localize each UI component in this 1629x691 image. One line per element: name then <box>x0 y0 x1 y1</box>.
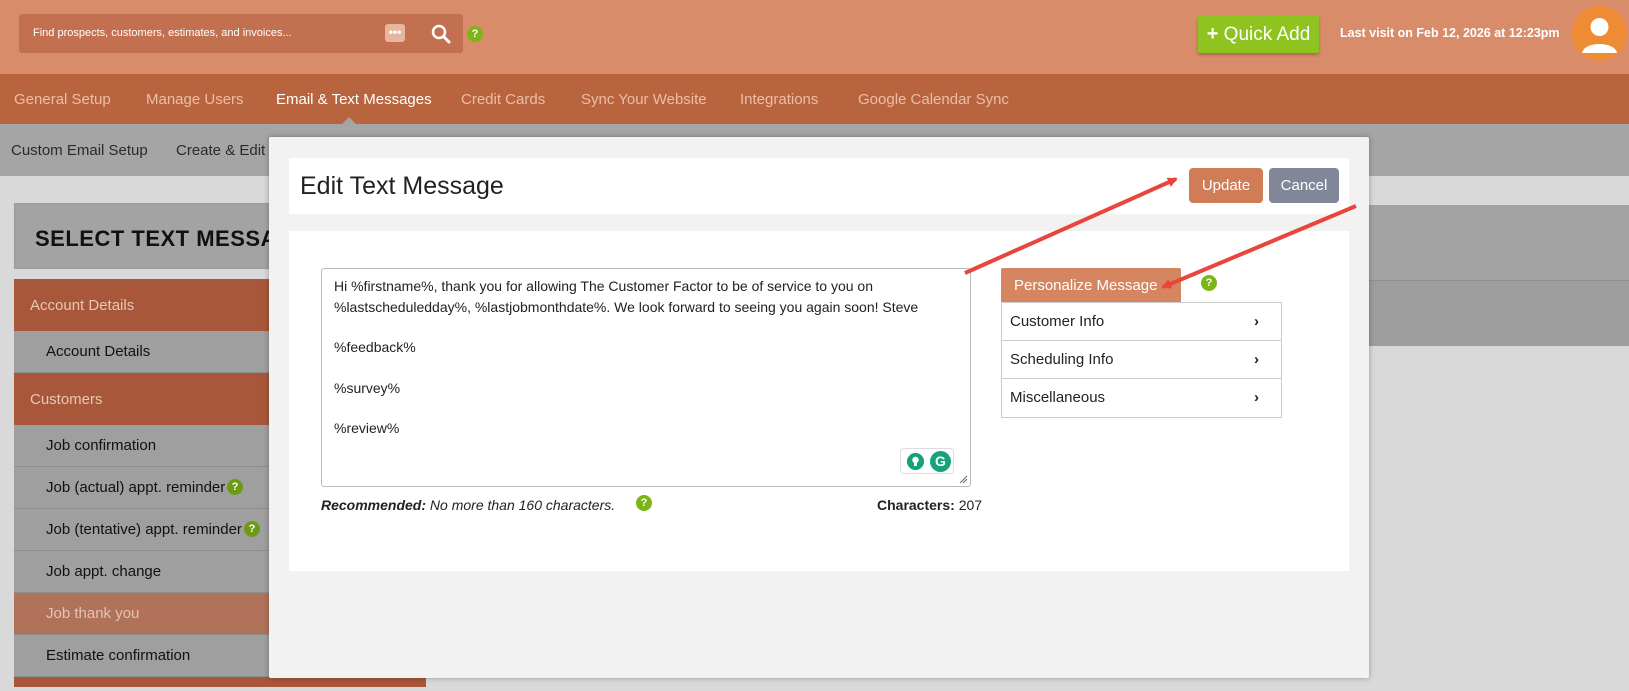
more-options-button[interactable]: ••• <box>385 24 405 42</box>
personalize-help-icon[interactable]: ? <box>1201 275 1217 291</box>
plus-icon: + <box>1206 23 1219 45</box>
nav-integrations[interactable]: Integrations <box>740 91 818 108</box>
help-icon[interactable]: ? <box>227 479 243 495</box>
character-count: Characters: 207 <box>877 497 982 513</box>
menu-item-label: Scheduling Info <box>1010 351 1114 368</box>
nav-manage-users[interactable]: Manage Users <box>146 91 244 108</box>
list-item-label: Job appt. change <box>46 563 162 580</box>
message-line: %survey% <box>334 380 401 396</box>
subnav-custom-email-setup[interactable]: Custom Email Setup <box>11 142 148 159</box>
list-item-label: Estimate confirmation <box>46 647 191 664</box>
background-panel-row <box>1369 280 1629 346</box>
user-avatar-icon[interactable] <box>1572 6 1627 61</box>
characters-value: 207 <box>958 497 983 513</box>
nav-credit-cards[interactable]: Credit Cards <box>461 91 545 108</box>
quick-add-label: Quick Add <box>1223 24 1311 45</box>
global-search-box[interactable]: Find prospects, customers, estimates, an… <box>19 14 463 53</box>
nav-email-text-messages[interactable]: Email & Text Messages <box>276 91 432 108</box>
message-textarea[interactable]: Hi %firstname%, thank you for allowing T… <box>321 268 971 487</box>
subnav-create-edit[interactable]: Create & Edit E <box>176 142 279 159</box>
section-next <box>14 677 426 687</box>
resize-handle-icon[interactable] <box>958 474 968 484</box>
characters-label: Characters: <box>877 497 955 513</box>
update-button[interactable]: Update <box>1189 168 1263 203</box>
personalize-message-button[interactable]: Personalize Message <box>1001 268 1181 303</box>
list-item-label: Job (actual) appt. reminder <box>46 479 226 496</box>
recommended-note: Recommended: No more than 160 characters… <box>321 497 615 513</box>
section-label: Customers <box>30 391 103 408</box>
message-line: %lastscheduledday%, %lastjobmonthdate%. … <box>334 299 919 315</box>
select-text-message-title: SELECT TEXT MESSAG <box>35 226 295 251</box>
grammarly-widget[interactable]: G <box>900 448 954 474</box>
last-visit-text: Last visit on Feb 12, 2026 at 12:23pm <box>1340 26 1560 40</box>
top-header: Find prospects, customers, estimates, an… <box>0 0 1629 74</box>
modal-body: Hi %firstname%, thank you for allowing T… <box>289 231 1349 571</box>
nav-sync-your-website[interactable]: Sync Your Website <box>581 91 707 108</box>
recommended-text: No more than 160 characters. <box>426 497 616 513</box>
chevron-right-icon: › <box>1254 389 1259 406</box>
header-help-icon[interactable]: ? <box>467 26 483 42</box>
modal-header: Edit Text Message Update Cancel <box>289 158 1349 214</box>
recommended-help-icon[interactable]: ? <box>636 495 652 511</box>
nav-general-setup[interactable]: General Setup <box>14 91 111 108</box>
modal-title: Edit Text Message <box>300 172 504 200</box>
nav-google-calendar-sync[interactable]: Google Calendar Sync <box>858 91 1009 108</box>
menu-item-miscellaneous[interactable]: Miscellaneous › <box>1002 379 1281 417</box>
lightbulb-icon[interactable] <box>907 453 924 470</box>
personalize-menu: Customer Info › Scheduling Info › Miscel… <box>1001 302 1282 418</box>
chevron-right-icon: › <box>1254 351 1259 368</box>
search-icon[interactable] <box>431 24 451 44</box>
menu-item-label: Customer Info <box>1010 313 1105 330</box>
grammarly-icon[interactable]: G <box>930 451 951 472</box>
section-label: Account Details <box>30 297 135 314</box>
quick-add-button[interactable]: + Quick Add <box>1198 16 1319 53</box>
list-item-label: Job thank you <box>46 605 140 622</box>
main-nav: General Setup Manage Users Email & Text … <box>0 74 1629 124</box>
chevron-right-icon: › <box>1254 313 1259 330</box>
menu-item-customer-info[interactable]: Customer Info › <box>1002 303 1281 341</box>
message-line: %feedback% <box>334 339 416 355</box>
list-item-label: Account Details <box>46 343 151 360</box>
edit-text-message-modal: Edit Text Message Update Cancel Hi %firs… <box>269 137 1369 678</box>
message-line: %review% <box>334 420 400 436</box>
list-item-label: Job confirmation <box>46 437 157 454</box>
menu-item-scheduling-info[interactable]: Scheduling Info › <box>1002 341 1281 379</box>
message-line: Hi %firstname%, thank you for allowing T… <box>334 278 873 294</box>
active-nav-indicator <box>342 117 356 124</box>
menu-item-label: Miscellaneous <box>1010 389 1106 406</box>
cancel-button[interactable]: Cancel <box>1269 168 1339 203</box>
search-input[interactable]: Find prospects, customers, estimates, an… <box>33 27 292 39</box>
list-item-label: Job (tentative) appt. reminder <box>46 521 242 538</box>
help-icon[interactable]: ? <box>244 521 260 537</box>
recommended-label: Recommended: <box>321 497 427 513</box>
